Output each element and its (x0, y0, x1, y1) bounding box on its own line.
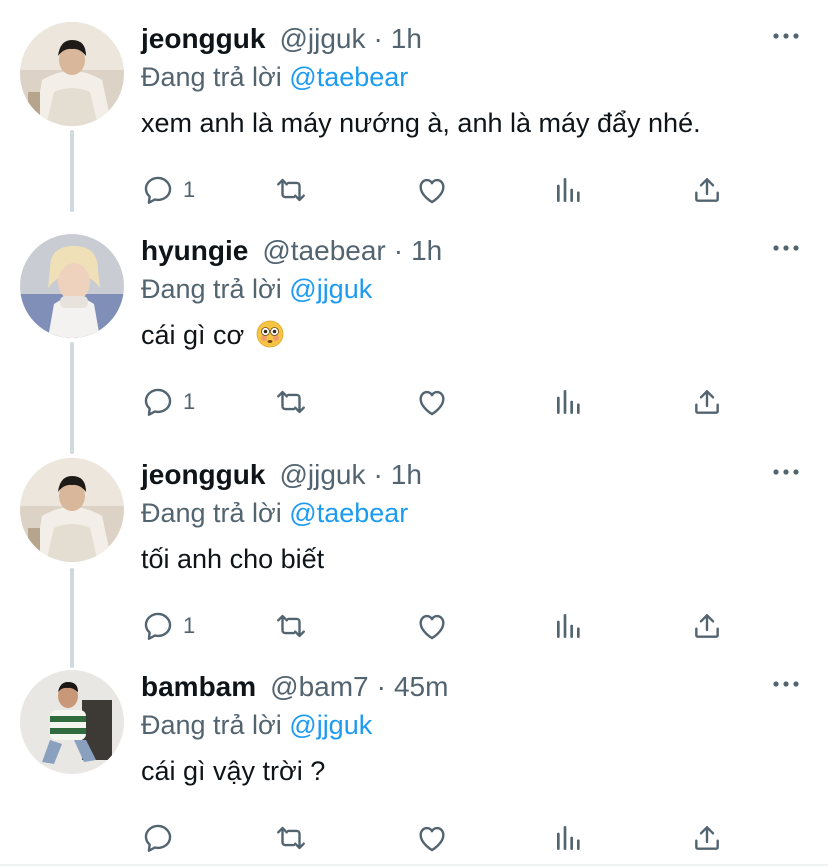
user-handle[interactable]: @jjguk (279, 459, 365, 491)
replying-to-label: Đang trả lời (141, 274, 282, 304)
display-name[interactable]: jeongguk (141, 23, 265, 55)
timestamp[interactable]: 1h (411, 235, 442, 267)
reply-icon (144, 824, 172, 852)
mention-link[interactable]: @taebear (289, 62, 408, 92)
more-icon[interactable] (772, 460, 800, 484)
mention-link[interactable]: @jjguk (289, 274, 372, 304)
retweet-button[interactable] (273, 608, 309, 644)
tweet-actions: 1 (141, 172, 741, 208)
retweet-button[interactable] (273, 820, 309, 856)
tweet-actions: 1 (141, 384, 741, 420)
tweet-header: hyungie @taebear · 1h (141, 234, 442, 268)
display-name[interactable]: hyungie (141, 235, 248, 267)
replying-to-label: Đang trả lời (141, 62, 282, 92)
replying-to-label: Đang trả lời (141, 498, 282, 528)
user-handle[interactable]: @taebear (262, 235, 385, 267)
share-button[interactable] (691, 384, 723, 420)
share-button[interactable] (691, 820, 723, 856)
thread-line (70, 568, 74, 668)
tweet-header: jeongguk @jjguk · 1h (141, 458, 422, 492)
retweet-icon (277, 178, 305, 202)
mention-link[interactable]: @jjguk (289, 710, 372, 740)
like-button[interactable] (415, 172, 449, 208)
tweet-text: tối anh cho biết (141, 544, 325, 574)
avatar[interactable] (20, 234, 124, 338)
share-button[interactable] (691, 608, 723, 644)
flushed-face-emoji-icon (256, 320, 284, 348)
stats-button[interactable] (553, 820, 585, 856)
separator-dot: · (373, 23, 383, 54)
stats-icon (557, 178, 580, 202)
stats-button[interactable] (553, 172, 585, 208)
tweet-actions (141, 820, 741, 856)
separator-dot: · (373, 459, 383, 490)
mention-link[interactable]: @taebear (289, 498, 408, 528)
timestamp[interactable]: 1h (391, 459, 422, 491)
replying-to: Đang trả lời @taebear (141, 498, 408, 529)
reply-icon (144, 176, 172, 204)
tweet-text: xem anh là máy nướng à, anh là máy đẩy n… (141, 108, 701, 138)
reply-button[interactable]: 1 (141, 384, 195, 420)
retweet-icon (277, 390, 305, 414)
display-name[interactable]: bambam (141, 671, 256, 703)
replying-to: Đang trả lời @jjguk (141, 710, 372, 741)
like-icon (419, 178, 445, 204)
share-icon (695, 614, 719, 638)
avatar[interactable] (20, 22, 124, 126)
retweet-icon (277, 614, 305, 638)
avatar[interactable] (20, 670, 124, 774)
stats-button[interactable] (553, 384, 585, 420)
tweet-actions: 1 (141, 608, 741, 644)
stats-icon (557, 614, 580, 638)
reply-count: 1 (183, 177, 196, 202)
avatar[interactable] (20, 458, 124, 562)
user-handle[interactable]: @jjguk (279, 23, 365, 55)
reply-button[interactable]: 1 (141, 172, 195, 208)
tweet-header: jeongguk @jjguk · 1h (141, 22, 422, 56)
reply-icon (144, 612, 172, 640)
replying-to: Đang trả lời @jjguk (141, 274, 372, 305)
tweet-header: bambam @bam7 · 45m (141, 670, 448, 704)
timestamp[interactable]: 45m (394, 671, 448, 703)
timestamp[interactable]: 1h (391, 23, 422, 55)
tweet-text: cái gì cơ (141, 320, 245, 350)
reply-count: 1 (183, 389, 196, 414)
thread-line (70, 342, 74, 454)
share-icon (695, 826, 719, 850)
reply-button[interactable]: 1 (141, 608, 195, 644)
reply-count: 1 (183, 613, 196, 638)
share-icon (695, 390, 719, 414)
user-handle[interactable]: @bam7 (270, 671, 368, 703)
more-icon[interactable] (772, 236, 800, 260)
like-button[interactable] (415, 820, 449, 856)
stats-icon (557, 390, 580, 414)
tweet-text-container: cái gì cơ (141, 320, 284, 351)
reply-icon (144, 388, 172, 416)
stats-icon (557, 826, 580, 850)
like-icon (419, 614, 445, 640)
retweet-icon (277, 826, 305, 850)
thread-line (70, 130, 74, 212)
replying-to: Đang trả lời @taebear (141, 62, 408, 93)
replying-to-label: Đang trả lời (141, 710, 282, 740)
share-icon (695, 178, 719, 202)
stats-button[interactable] (553, 608, 585, 644)
more-icon[interactable] (772, 672, 800, 696)
reply-button[interactable] (141, 820, 183, 856)
share-button[interactable] (691, 172, 723, 208)
separator-dot: · (393, 235, 404, 266)
display-name[interactable]: jeongguk (141, 459, 265, 491)
more-icon[interactable] (772, 24, 800, 48)
retweet-button[interactable] (273, 172, 309, 208)
like-button[interactable] (415, 384, 449, 420)
like-icon (419, 390, 445, 416)
like-button[interactable] (415, 608, 449, 644)
retweet-button[interactable] (273, 384, 309, 420)
like-icon (419, 826, 445, 852)
separator-dot: · (376, 671, 386, 702)
tweet-text: cái gì vậy trời ? (141, 756, 326, 786)
